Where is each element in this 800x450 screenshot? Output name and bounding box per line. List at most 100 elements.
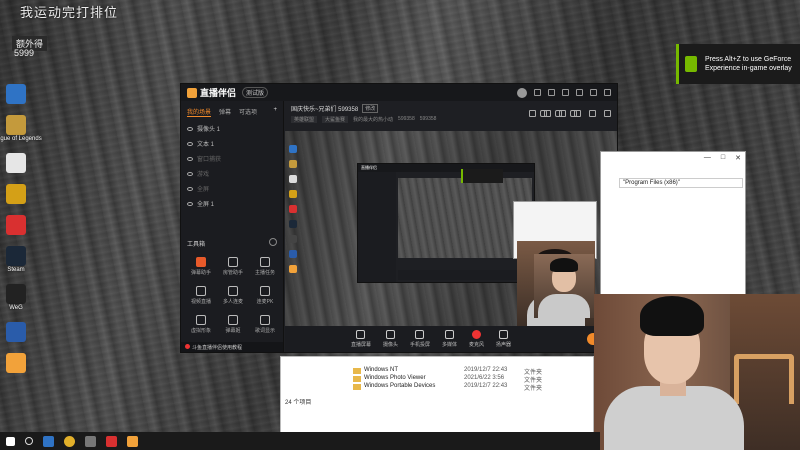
tool-item[interactable]: 歌词显示 [249,315,281,334]
explorer-maximize-button[interactable]: □ [721,154,725,162]
desktop-icon-weg[interactable]: WeG [3,284,29,312]
user-avatar[interactable] [517,87,527,98]
file-list-window: Windows NT 2019/12/7 22:43 文件夹 Windows Phot… [280,356,594,434]
bottom-right-icons [540,110,577,117]
tool-icon [228,286,238,296]
scene-item[interactable]: 文本 1 [181,136,283,151]
settings-small-icon[interactable] [570,110,577,117]
source-button[interactable]: 麦克风 [469,330,484,348]
eye-icon[interactable] [187,186,193,191]
taskbar-app-icon[interactable] [106,435,117,447]
file-row[interactable]: Windows Portable Devices 2019/12/7 22:43 文… [353,383,542,392]
room-number: 599358 [398,116,415,122]
eye-icon[interactable] [187,171,193,176]
room-description: 我的最大的热小动 [353,117,394,123]
tool-item[interactable]: 虚拟形象 [185,315,217,334]
toolbox-collapse-icon[interactable] [269,238,277,246]
source-label: 扬声器 [496,342,512,348]
app-logo: 直播伴侣 [187,86,236,99]
tool-icon [260,315,270,325]
steam-icon [6,246,26,266]
desktop-icon-tencent-app[interactable] [3,322,29,343]
file-explorer-icon[interactable] [85,435,96,447]
explorer-close-button[interactable]: ✕ [735,154,741,162]
add-scene-button[interactable]: + [273,107,277,117]
desktop-icon-recycle-bin[interactable] [3,84,29,105]
tool-item[interactable]: 房管助手 [217,257,249,276]
edit-room-button[interactable]: 修改 [362,104,379,113]
desktop-icon-league-of-legends[interactable]: League of Legends [0,115,42,143]
douyu-taskbar-icon[interactable] [127,435,138,447]
scene-item[interactable]: 游戏 [181,166,283,181]
eye-icon[interactable] [555,110,562,117]
source-label: 直播屏幕 [350,342,371,348]
desktop-icon-netease-music[interactable] [3,215,29,236]
message-icon[interactable] [534,89,541,96]
douyu-app-icon [6,353,26,373]
desktop-icon-douyu-app[interactable] [3,353,29,374]
tool-item[interactable]: 弹幕姬 [217,315,249,334]
explorer-address-bar[interactable]: "Program Files (x86)" [619,178,743,188]
nested-scene-panel [358,172,396,282]
stream-overlay-title: 我运动完打排位 [20,5,119,20]
tutorial-banner[interactable]: 斗鱼直播伴侣使用教程 [181,342,283,352]
webcam-feed [594,294,800,450]
tab-my-scenes[interactable]: 我的场景 [187,107,212,117]
scene-label: 文本 1 [197,142,215,148]
eye-icon[interactable] [187,141,193,146]
geforce-message: Press Alt+Z to use GeForce Experience in… [704,56,792,72]
share-icon[interactable] [529,110,536,117]
source-button[interactable]: 摄像头 [383,330,398,348]
explorer-minimize-button[interactable]: — [704,154,711,162]
edge-icon[interactable] [43,435,54,447]
desktop-icon-label: Steam [7,267,25,273]
tool-item[interactable]: 弹幕助手 [185,257,217,276]
scene-label: 窗口捕获 [197,157,222,163]
close-icon[interactable] [604,89,611,96]
source-button[interactable]: 直播屏幕 [351,330,371,348]
source-button[interactable]: 手机投屏 [410,330,430,348]
file-count: 24 个项目 [285,400,312,406]
banner-text: 斗鱼直播伴侣使用教程 [192,345,243,351]
scene-label: 摄像头 1 [197,127,221,133]
room-subcategory[interactable]: 大鲨鱼赛 [322,116,349,123]
camera-icon[interactable] [540,110,547,117]
tool-item[interactable]: 连麦PK [249,286,281,305]
scene-item[interactable]: 摄像头 1 [181,121,283,136]
geforce-overlay-popup[interactable]: Press Alt+Z to use GeForce Experience in… [676,44,800,84]
gear-icon[interactable] [604,110,611,117]
tool-item[interactable]: 视频直播 [185,286,217,305]
bell-icon[interactable] [589,110,596,117]
desktop-icon-steam[interactable]: Steam [3,246,29,274]
source-button[interactable]: 多媒体 [442,330,457,348]
start-button-icon[interactable] [6,436,15,446]
chrome-icon[interactable] [64,435,75,447]
search-icon[interactable] [25,437,33,445]
scene-item[interactable]: 全屏 [181,181,283,196]
tab-danmaku[interactable]: 弹幕 [219,107,231,117]
tab-options[interactable]: 可选项 [239,107,257,117]
tool-item[interactable]: 主播任务 [249,257,281,276]
nested-app-title: 直播伴侣 [358,164,534,172]
nvidia-logo-icon [685,56,697,72]
eye-icon[interactable] [187,156,193,161]
eye-icon[interactable] [187,201,193,206]
tool-label: 弹幕助手 [190,270,211,276]
desktop-icon-app-yellow[interactable] [3,184,29,205]
maximize-icon[interactable] [590,89,597,96]
app-version-badge: 测试版 [242,87,269,98]
source-button[interactable]: 扬声器 [496,330,511,348]
source-label: 摄像头 [382,342,398,348]
scene-item[interactable]: 全屏 1 [181,196,283,211]
menu-icon[interactable] [562,89,569,96]
scene-item[interactable]: 窗口捕获 [181,151,283,166]
room-number-copy: 599358 [419,116,437,122]
fan-count: 5999 [14,48,35,58]
room-category[interactable]: 英雄联盟 [291,116,318,123]
tool-item[interactable]: 多人连麦 [217,286,249,305]
desktop-icon-file[interactable] [3,153,29,174]
minimize-icon[interactable] [576,89,583,96]
settings-icon[interactable] [548,89,555,96]
eye-icon[interactable] [187,126,193,131]
tool-icon [228,315,238,325]
